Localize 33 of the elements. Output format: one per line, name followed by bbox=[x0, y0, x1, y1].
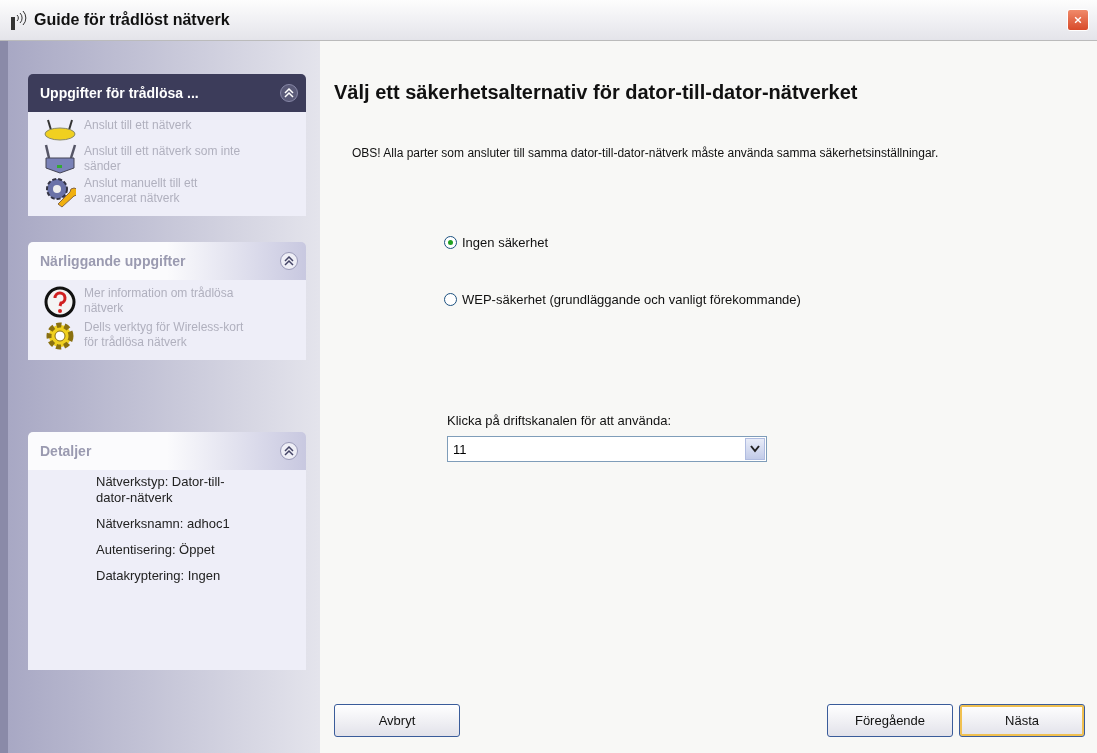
wizard-button[interactable]: Föregående bbox=[827, 704, 953, 737]
collapse-button[interactable] bbox=[280, 252, 298, 270]
router-icon bbox=[43, 118, 77, 142]
note-text: OBS! Alla parter som ansluter till samma dator-till-dator-nätverk måste använda samma säkerhetsinställningar. bbox=[352, 146, 940, 161]
wireless-antenna-icon bbox=[8, 9, 28, 31]
collapse-button[interactable] bbox=[280, 84, 298, 102]
detail-text: Datakryptering: Ingen bbox=[95, 568, 222, 584]
chevron-up-icon bbox=[284, 88, 294, 98]
router-icon bbox=[43, 144, 77, 174]
panel-title: Detaljer bbox=[40, 443, 92, 459]
radio-label: Ingen säkerhet bbox=[462, 235, 548, 250]
collapse-button[interactable] bbox=[280, 442, 298, 460]
chevron-up-icon bbox=[284, 446, 294, 456]
radio-button[interactable] bbox=[444, 236, 457, 249]
panel-title: Uppgifter för trådlösa ... bbox=[40, 85, 199, 101]
chevron-down-icon bbox=[750, 445, 760, 453]
detail-text: Nätverkstyp: Dator-till-dator-nätverk bbox=[95, 474, 226, 506]
detail-text: Autentisering: Öppet bbox=[95, 542, 216, 558]
gear-icon bbox=[44, 320, 76, 352]
page-heading: Välj ett säkerhetsalternativ för dator-till-dator-nätverket bbox=[334, 81, 859, 104]
radio-button[interactable] bbox=[444, 293, 457, 306]
help-icon bbox=[44, 286, 76, 318]
chevron-up-icon bbox=[284, 256, 294, 266]
wizard-button[interactable]: Avbryt bbox=[334, 704, 460, 737]
detail-text: Nätverksnamn: adhoc1 bbox=[95, 516, 231, 532]
channel-label: Klicka på driftskanalen för att använda: bbox=[447, 413, 673, 428]
close-button[interactable] bbox=[1067, 9, 1089, 31]
channel-dropdown[interactable]: 11 bbox=[447, 436, 767, 462]
gear-wrench-icon bbox=[44, 176, 76, 208]
panel-title: Närliggande uppgifter bbox=[40, 253, 186, 269]
radio-label: WEP-säkerhet (grundläggande och vanligt förekommande) bbox=[462, 292, 801, 307]
wizard-button[interactable]: Nästa bbox=[959, 704, 1085, 737]
window-title: Guide för trådlöst nätverk bbox=[34, 11, 231, 29]
